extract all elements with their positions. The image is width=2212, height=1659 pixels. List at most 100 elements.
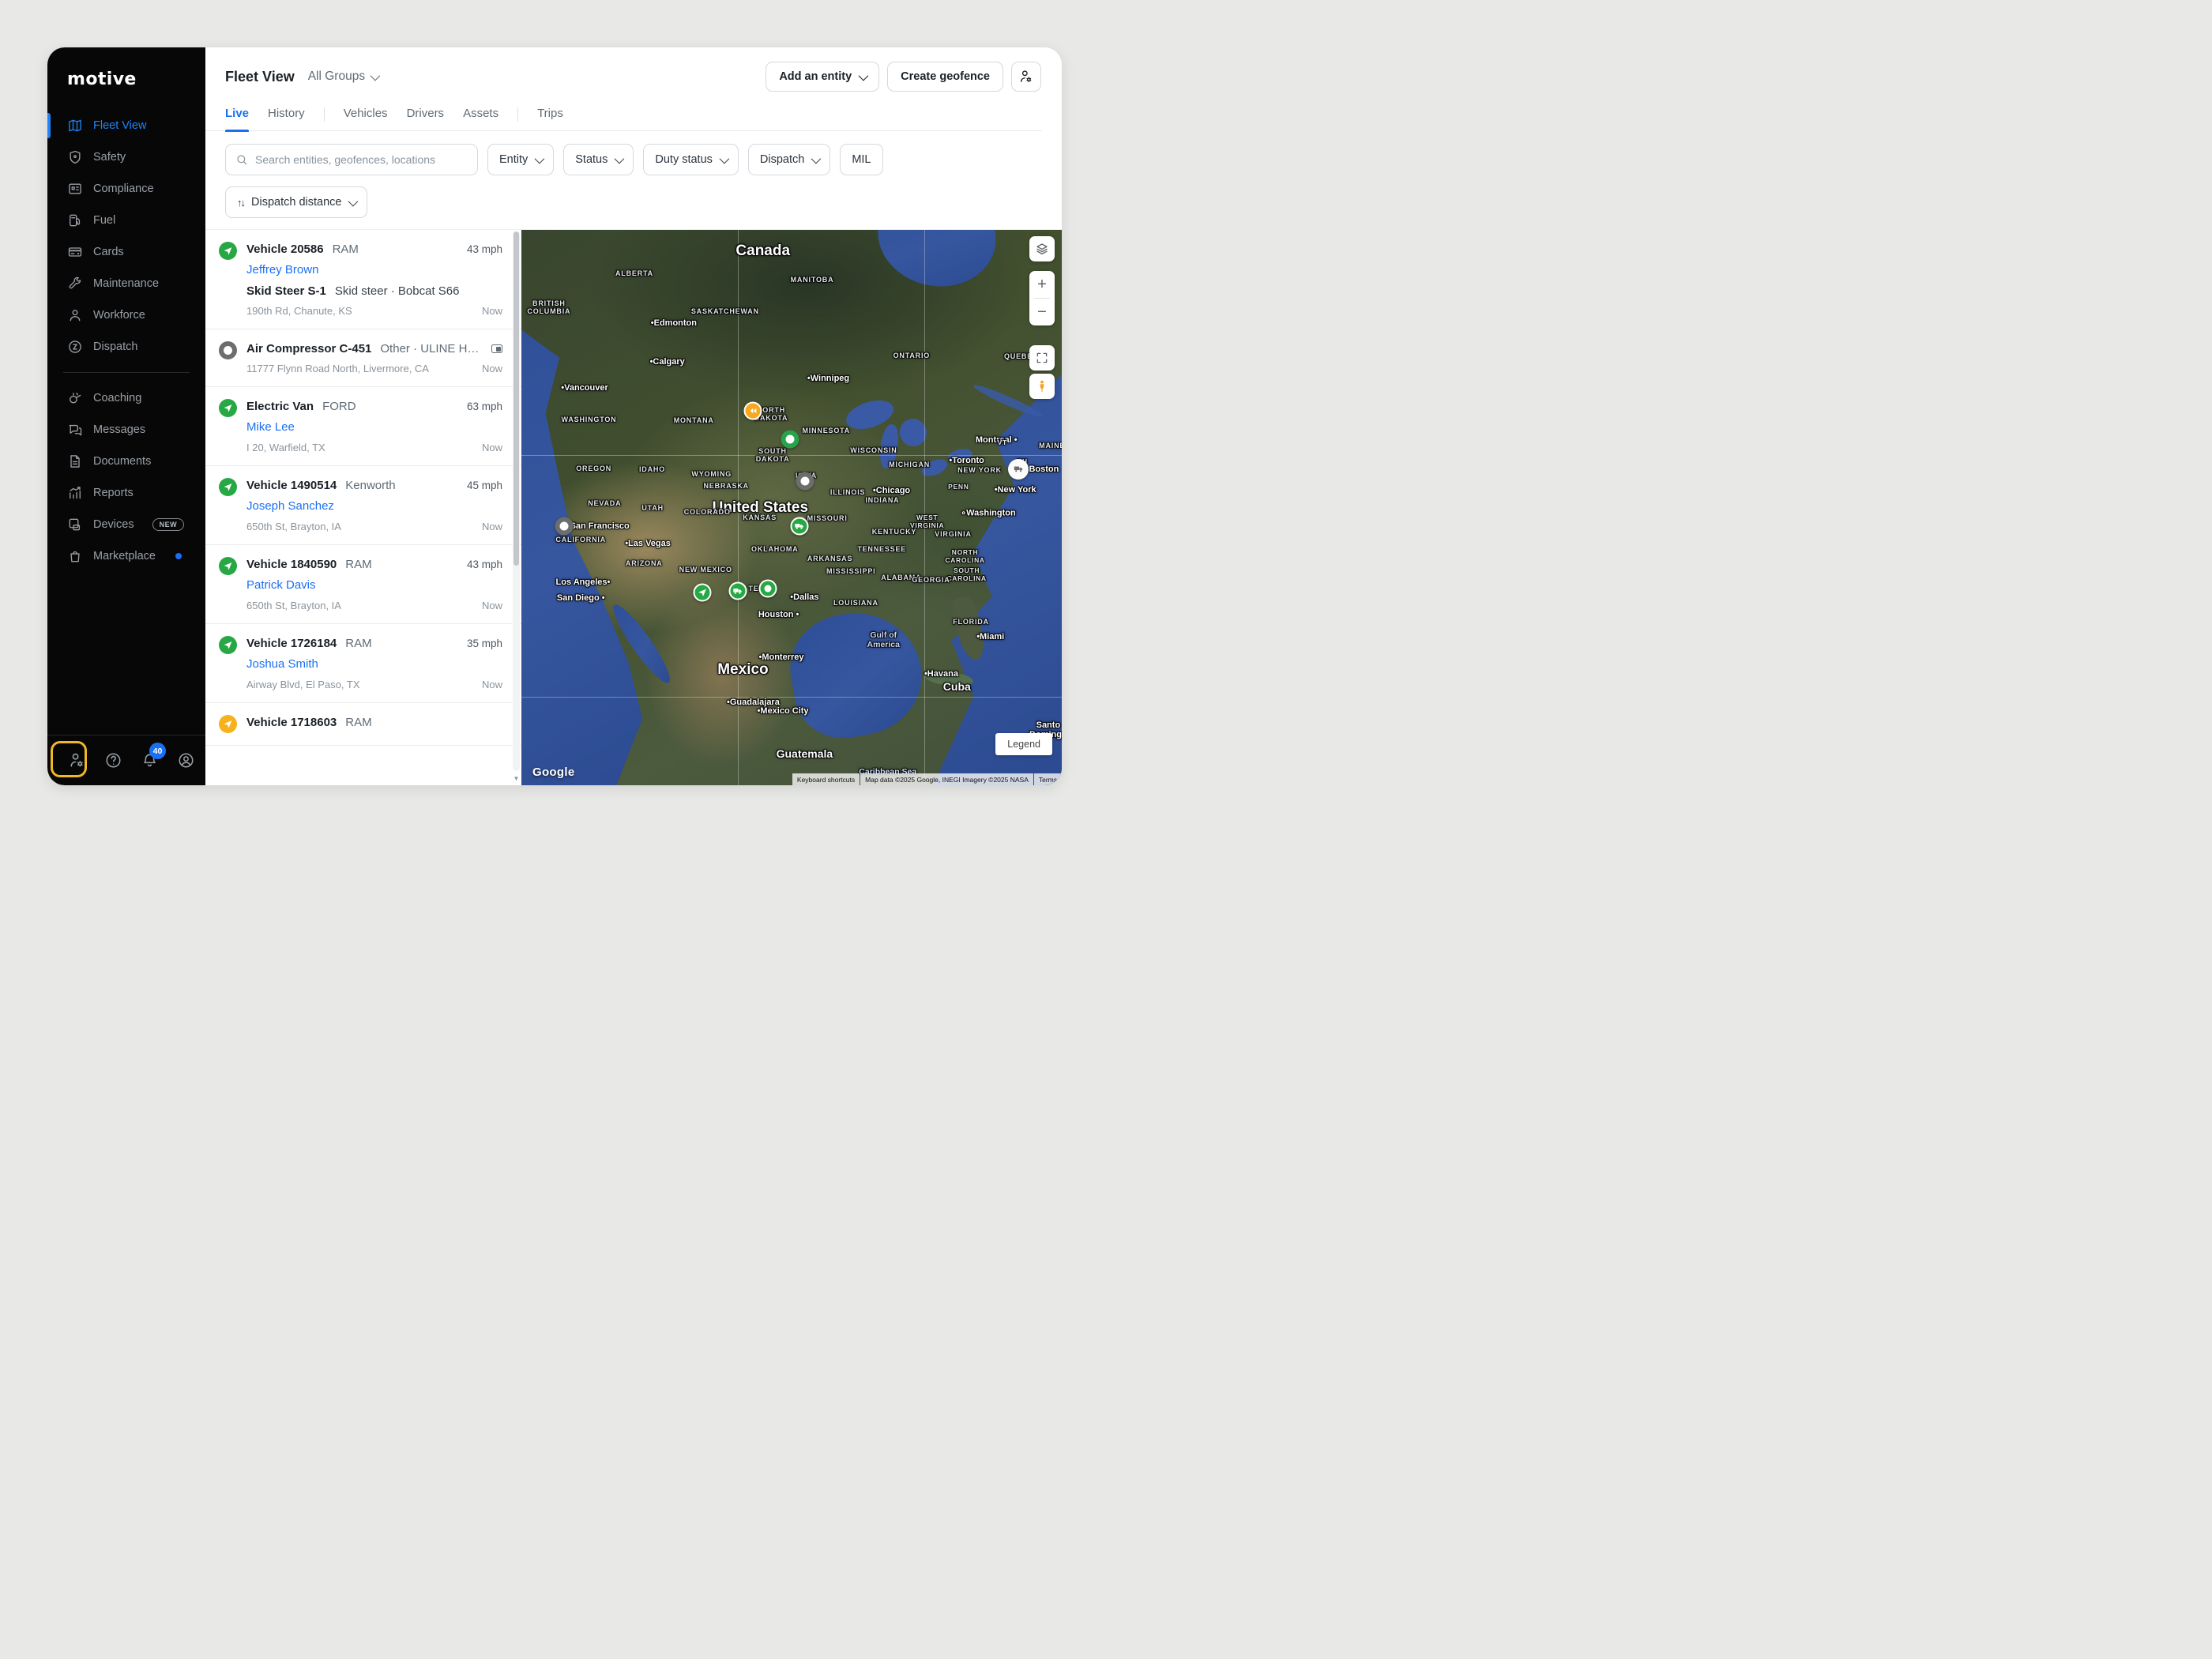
filter-dispatch[interactable]: Dispatch: [748, 144, 830, 175]
sidebar-item-marketplace[interactable]: Marketplace: [47, 540, 205, 572]
driver-link[interactable]: Joshua Smith: [246, 657, 318, 671]
header-actions: Add an entity Create geofence: [766, 62, 1041, 92]
vehicle-row[interactable]: Vehicle 1726184RAM35 mphJoshua SmithAirw…: [205, 624, 521, 703]
help-button[interactable]: [95, 751, 131, 769]
driver-link[interactable]: Joseph Sanchez: [246, 499, 334, 513]
card-icon: [67, 244, 83, 260]
zoom-in-button[interactable]: +: [1029, 271, 1055, 298]
sidebar-item-label: Messages: [93, 423, 145, 436]
sidebar-nav: Fleet ViewSafetyCompliance Fuel Cards Maint…: [47, 110, 205, 735]
map-marker-orange-rew[interactable]: [744, 402, 762, 420]
tab-history[interactable]: History: [268, 107, 305, 131]
pegman-button[interactable]: [1029, 374, 1055, 399]
group-selector[interactable]: All Groups: [308, 70, 378, 84]
sidebar-item-fleet-view[interactable]: Fleet View: [47, 110, 205, 141]
sidebar-item-label: Fuel: [93, 214, 115, 227]
sidebar-item-label: Maintenance: [93, 277, 159, 290]
notifications-button[interactable]: 40: [131, 751, 167, 769]
sidebar-item-devices[interactable]: DevicesNEW: [47, 509, 205, 540]
main-content: Fleet View All Groups Add an entity Crea…: [205, 47, 1062, 785]
admin-settings-button[interactable]: [58, 751, 95, 769]
sidebar-item-maintenance[interactable]: Maintenance: [47, 268, 205, 299]
search-icon: [235, 153, 248, 166]
map-label-region: INDIANA: [865, 496, 899, 504]
map-label-region: IDAHO: [639, 465, 665, 473]
map-label-region: WASHINGTON: [562, 416, 617, 423]
sidebar-item-coaching[interactable]: Coaching: [47, 382, 205, 414]
driver-link[interactable]: Patrick Davis: [246, 578, 316, 592]
driver-link[interactable]: Jeffrey Brown: [246, 263, 318, 276]
map-marker-gray-ring[interactable]: [796, 472, 814, 490]
sidebar-item-compliance[interactable]: Compliance: [47, 173, 205, 205]
fuel-icon: [67, 213, 83, 228]
create-geofence-button[interactable]: Create geofence: [887, 62, 1003, 92]
map-marker-gray-ring[interactable]: [555, 517, 574, 536]
sidebar-item-safety[interactable]: Safety: [47, 141, 205, 173]
sidebar-item-dispatch[interactable]: Dispatch: [47, 331, 205, 363]
map-label-city: •Chicago: [873, 486, 910, 495]
sort-dispatch-distance[interactable]: ↑↓ Dispatch distance: [225, 186, 367, 218]
list-scrollbar[interactable]: [513, 231, 520, 771]
vehicle-name: Electric Van: [246, 400, 314, 413]
sidebar-item-label: Cards: [93, 246, 124, 258]
keyboard-shortcuts-link[interactable]: Keyboard shortcuts: [792, 773, 860, 785]
driver-link[interactable]: Mike Lee: [246, 420, 295, 434]
vehicle-make: RAM: [345, 637, 371, 650]
sidebar-item-workforce[interactable]: Workforce: [47, 299, 205, 331]
filter-entity[interactable]: Entity: [487, 144, 554, 175]
scrollbar-thumb[interactable]: [514, 231, 519, 566]
zoom-out-button[interactable]: −: [1029, 299, 1055, 325]
sidebar-item-fuel[interactable]: Fuel: [47, 205, 205, 236]
lake-huron: [894, 414, 931, 452]
filter-mil-label: MIL: [852, 153, 871, 166]
dispatch-icon: [67, 339, 83, 355]
map-marker-green-ring[interactable]: [781, 431, 799, 449]
page-title: Fleet View: [225, 69, 295, 85]
search-input[interactable]: [255, 153, 468, 166]
tab-live[interactable]: Live: [225, 107, 249, 131]
manage-access-button[interactable]: [1011, 62, 1041, 92]
vehicle-row[interactable]: Vehicle 1840590RAM43 mphPatrick Davis650…: [205, 545, 521, 624]
terms-link[interactable]: Terms: [1034, 773, 1062, 785]
add-entity-button[interactable]: Add an entity: [766, 62, 879, 92]
filter-duty-status[interactable]: Duty status: [643, 144, 739, 175]
sidebar-item-cards[interactable]: Cards: [47, 236, 205, 268]
map-label-region: GEORGIA: [912, 576, 950, 584]
sidebar-item-reports[interactable]: Reports: [47, 477, 205, 509]
vehicle-status-icon: [219, 478, 237, 496]
vehicle-row[interactable]: Vehicle 20586RAM43 mphJeffrey BrownSkid …: [205, 230, 521, 329]
filter-mil[interactable]: MIL: [840, 144, 882, 175]
tab-drivers[interactable]: Drivers: [407, 107, 445, 131]
vehicle-row[interactable]: Electric VanFORD63 mphMike LeeI 20, Warf…: [205, 387, 521, 466]
graticule-line: [521, 455, 1062, 456]
sidebar-item-label: Documents: [93, 455, 151, 468]
sidebar-item-documents[interactable]: Documents: [47, 446, 205, 477]
map-label-region: WYOMING: [691, 470, 732, 478]
sidebar-divider: [63, 372, 190, 373]
vehicle-row[interactable]: Vehicle 1490514Kenworth45 mphJoseph Sanc…: [205, 466, 521, 545]
vehicle-location: 190th Rd, Chanute, KS: [246, 305, 352, 317]
tab-vehicles[interactable]: Vehicles: [344, 107, 388, 131]
vehicle-row[interactable]: Air Compressor C-451Other · ULINE H-…117…: [205, 329, 521, 387]
map-marker-green-nav[interactable]: [694, 584, 712, 602]
map-label-region: TENNESSEE: [857, 545, 906, 553]
fullscreen-button[interactable]: [1029, 345, 1055, 371]
account-button[interactable]: [167, 751, 204, 769]
tab-assets[interactable]: Assets: [463, 107, 498, 131]
sidebar-item-messages[interactable]: Messages: [47, 414, 205, 446]
map-label-city: •Las Vegas: [625, 539, 671, 548]
map-marker-green-truck[interactable]: [729, 581, 747, 600]
map-marker-green-dot[interactable]: [758, 580, 777, 598]
scrollbar-down-arrow[interactable]: ▼: [513, 774, 520, 784]
filter-status[interactable]: Status: [563, 144, 634, 175]
map-label-region: BRITISH COLUMBIA: [527, 299, 570, 315]
map-canvas[interactable]: CanadaALBERTAMANITOBASASKATCHEWANBRITISH…: [521, 230, 1062, 785]
map-label-region: MANITOBA: [791, 276, 834, 284]
tab-trips[interactable]: Trips: [537, 107, 563, 131]
map-marker-green-truck[interactable]: [790, 517, 808, 536]
legend-button[interactable]: Legend: [995, 733, 1052, 755]
layers-button[interactable]: [1029, 236, 1055, 261]
vehicle-row[interactable]: Vehicle 1718603RAM: [205, 703, 521, 746]
map-marker-gray-truck[interactable]: [1008, 459, 1029, 480]
hudson-bay: [869, 230, 1006, 297]
